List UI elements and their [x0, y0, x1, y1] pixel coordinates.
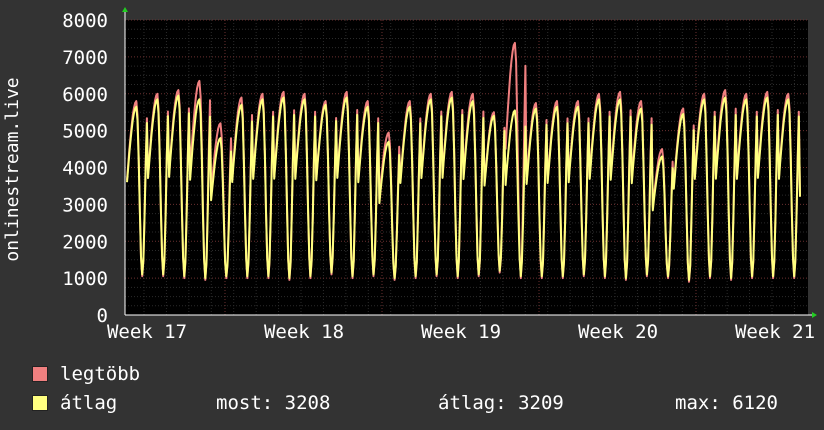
y-tick-label: 3000 — [62, 194, 108, 216]
legend-swatch-avg — [32, 395, 48, 411]
legend-item-max: legtöbb — [32, 362, 140, 386]
x-tick-label: Week 19 — [421, 321, 501, 343]
x-axis-arrow — [812, 312, 817, 318]
legend-swatch-max — [32, 366, 48, 382]
x-tick-label: Week 21 — [735, 321, 815, 343]
legend-item-avg: átlag — [32, 391, 117, 415]
x-tick-label: Week 18 — [264, 321, 344, 343]
y-tick-label: 5000 — [62, 121, 108, 143]
stat-maximum: max: 6120 — [675, 392, 778, 414]
stat-average: átlag: 3209 — [438, 392, 564, 414]
y-axis-arrow — [122, 7, 128, 12]
x-tick-label: Week 17 — [107, 321, 187, 343]
y-tick-label: 2000 — [62, 231, 108, 253]
stat-now: most: 3208 — [216, 392, 331, 414]
x-tick-label: Week 20 — [578, 321, 658, 343]
y-tick-label: 4000 — [62, 158, 108, 180]
y-tick-label: 8000 — [62, 10, 108, 32]
y-tick-label: 1000 — [62, 268, 108, 290]
legend-label-max: legtöbb — [60, 363, 141, 385]
y-tick-label: 7000 — [62, 47, 108, 69]
legend-label-avg: átlag — [60, 392, 118, 414]
y-axis-label: onlinestream.live — [2, 77, 23, 261]
y-tick-label: 6000 — [62, 84, 108, 106]
